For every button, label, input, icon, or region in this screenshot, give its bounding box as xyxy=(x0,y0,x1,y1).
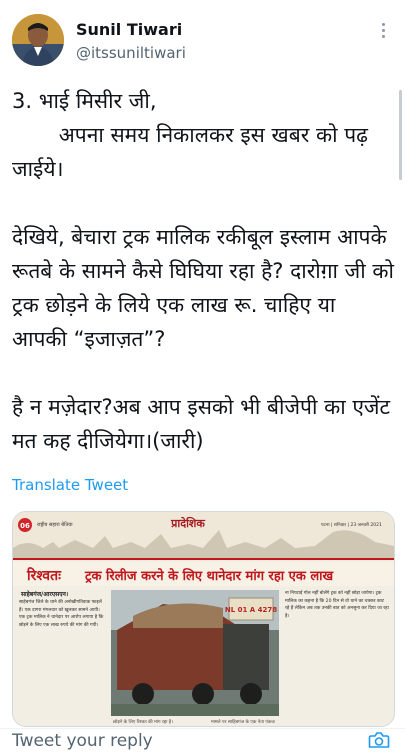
caption-right: मामले पर साहिबगंज के एक नेता पंकज xyxy=(211,718,275,725)
headline-kicker: रिश्वतः xyxy=(26,567,62,584)
caption-left: छोड़ने के लिए रिश्वत की मांग रहा है। xyxy=(113,718,173,725)
truck-plate: NL 01 A 4278 xyxy=(225,606,277,614)
more-vertical-icon[interactable] xyxy=(376,20,390,42)
translate-tweet-link[interactable]: Translate Tweet xyxy=(12,476,128,494)
page-number: 06 xyxy=(20,522,30,530)
masthead-right: पटना | शनिवार | 23 जनवरी 2021 xyxy=(321,521,382,528)
author-name[interactable]: Sunil Tiwari xyxy=(76,20,182,39)
tweet-line: है न मज़ेदार?अब आप इसको भी बीजेपी का एजे… xyxy=(12,395,397,453)
camera-icon[interactable] xyxy=(368,731,390,749)
headline: ट्रक रिलीज करने के लिए थानेदार मांग रहा … xyxy=(84,568,335,584)
right-column-text: ना निपटाई गोल नहीं बोलेंगे ट्रक को नहीं … xyxy=(285,591,389,619)
avatar[interactable] xyxy=(12,14,64,66)
tweet-header: Sunil Tiwari @itssuniltiwari xyxy=(0,0,405,70)
tweet-text: 3. भाई मिसीर जी, अपना समय निकालकर इस खबर… xyxy=(12,84,396,458)
tweet-line: देखिये, बेचारा ट्रक मालिक रकीबूल इस्लाम … xyxy=(12,225,401,351)
reply-input[interactable]: Tweet your reply xyxy=(12,731,153,751)
tweet-media-image[interactable]: 06 राष्ट्रीय सहारा बेतिया पटना | शनिवार … xyxy=(12,511,395,727)
tweet-line: 3. भाई मिसीर जी, xyxy=(12,89,157,113)
byline: साहेबगंज/आरएसएन। xyxy=(20,590,68,598)
left-column-text: साहेबगंज जिले के थाने की अनोखीगतिवाक फाइ… xyxy=(19,600,104,628)
section-title: प्रादेशिक xyxy=(170,516,205,530)
author-handle[interactable]: @itssuniltiwari xyxy=(76,44,186,62)
scrollbar[interactable] xyxy=(399,90,402,180)
tweet-line: अपना समय निकालकर इस खबर को पढ़ जाईये। xyxy=(12,123,375,181)
masthead-left: राष्ट्रीय सहारा बेतिया xyxy=(37,521,73,528)
